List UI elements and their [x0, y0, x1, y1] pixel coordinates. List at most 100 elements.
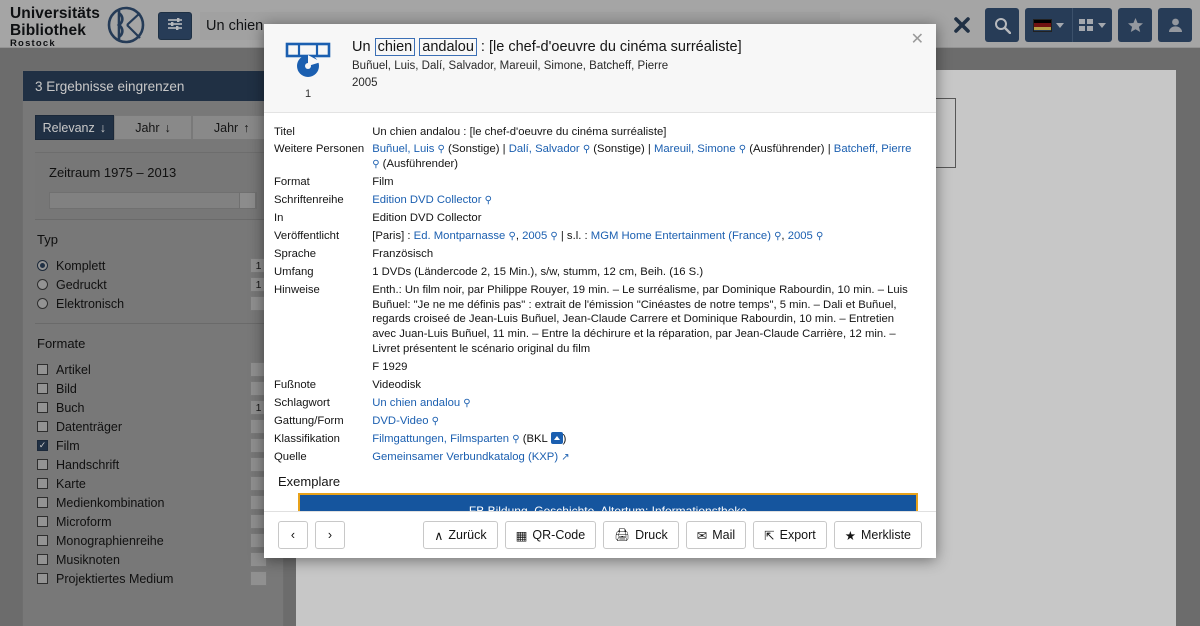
previous-record-button[interactable]: ‹ — [278, 521, 308, 549]
formate-option[interactable]: Musiknoten — [37, 550, 271, 569]
detail-link[interactable]: 2005 — [788, 230, 813, 242]
detail-row-value[interactable]: Gemeinsamer Verbundkatalog (KXP) ↗ — [372, 448, 920, 466]
detail-row-key: Quelle — [274, 450, 307, 463]
close-icon[interactable] — [945, 8, 979, 42]
detail-link[interactable]: Dalí, Salvador — [509, 143, 580, 155]
detail-row-value[interactable]: Buñuel, Luis ⚲ (Sonstige) | Dalí, Salvad… — [372, 141, 920, 174]
detail-link[interactable]: Edition DVD Collector — [372, 194, 481, 206]
detail-link[interactable]: MGM Home Entertainment (France) — [591, 230, 771, 242]
detail-link[interactable]: Gemeinsamer Verbundkatalog (KXP) — [372, 451, 558, 463]
formate-option[interactable]: Microform — [37, 512, 271, 531]
sort-tab-jahr-asc[interactable]: Jahr ↑ — [192, 115, 272, 140]
formate-option[interactable]: ✓ Film — [37, 436, 271, 455]
formate-option[interactable]: Medienkombination — [37, 493, 271, 512]
library-logo[interactable]: Universitäts Bibliothek Rostock — [10, 5, 146, 50]
detail-row-key: Titel — [274, 125, 295, 138]
language-selector[interactable] — [1025, 8, 1073, 42]
formate-option[interactable]: Projektiertes Medium — [37, 569, 271, 588]
sort-tab-label: Jahr — [213, 120, 239, 135]
detail-row-value[interactable]: Un chien andalou ⚲ — [372, 395, 920, 413]
search-filter-button[interactable] — [158, 12, 192, 40]
checkbox-icon — [37, 421, 48, 432]
formate-option[interactable]: Karte — [37, 474, 271, 493]
typ-option-gedruckt[interactable]: Gedruckt 1 — [37, 275, 271, 294]
printer-icon: 🖨 — [614, 527, 631, 542]
formate-option[interactable]: Monographienreihe — [37, 531, 271, 550]
zeitraum-facet: Zeitraum 1975 – 2013 — [35, 152, 271, 219]
detail-link[interactable]: Filmgattungen, Filmsparten — [372, 433, 509, 445]
link-icon: ⚲ — [774, 230, 782, 242]
formate-option-label: Handschrift — [56, 457, 120, 472]
sort-tab-jahr-desc[interactable]: Jahr ↓ — [113, 115, 193, 140]
typ-option-elektronisch[interactable]: Elektronisch — [37, 294, 271, 313]
zeitraum-label: Zeitraum 1975 – 2013 — [49, 165, 177, 180]
detail-link[interactable]: Ed. Montparnasse — [414, 230, 506, 242]
modal-footer: ‹ › ∧ Zurück ▦ QR-Code 🖨 Druck ✉ Mail ⇱ Export ★ Me… — [264, 511, 936, 558]
formate-option[interactable]: Buch 1 — [37, 398, 271, 417]
formate-option[interactable]: Artikel — [37, 360, 271, 379]
typ-option-komplett[interactable]: Komplett 1 — [37, 256, 271, 275]
detail-link[interactable]: Batcheff, Pierre — [834, 143, 912, 155]
record-detail-row: In Edition DVD Collector — [274, 210, 920, 228]
external-link-icon: ↗ — [561, 451, 570, 463]
checkbox-icon — [37, 516, 48, 527]
language-flag-icon — [1033, 18, 1052, 32]
modal-body: Titel Un chien andalou : [le chef-d'oeuvr… — [264, 113, 936, 511]
formate-option[interactable]: Handschrift — [37, 455, 271, 474]
detail-row-value[interactable]: Edition DVD Collector ⚲ — [372, 192, 920, 210]
checkbox-icon — [37, 459, 48, 470]
record-detail-row: Fußnote Videodisk — [274, 377, 920, 395]
record-detail-row: Klassifikation Filmgattungen, Filmsparten… — [274, 430, 920, 448]
film-reel-icon — [284, 40, 332, 85]
detail-row-key — [274, 359, 372, 377]
export-button[interactable]: ⇱ Export — [753, 521, 827, 549]
slider-handle[interactable] — [239, 192, 256, 209]
mail-button[interactable]: ✉ Mail — [685, 521, 747, 549]
record-detail-table: Titel Un chien andalou : [le chef-d'oeuvr… — [274, 123, 920, 466]
detail-link[interactable]: Buñuel, Luis — [372, 143, 434, 155]
detail-link[interactable]: Mareuil, Simone — [654, 143, 736, 155]
chevron-down-icon — [1098, 22, 1106, 28]
button-label: Merkliste — [860, 528, 911, 542]
merkliste-button[interactable]: ★ Merkliste — [833, 521, 922, 549]
radio-icon — [37, 260, 48, 271]
detail-row-value: Un chien andalou : [le chef-d'oeuvre du … — [372, 125, 667, 138]
user-account-icon[interactable] — [1158, 8, 1192, 42]
zeitraum-range-slider[interactable] — [49, 192, 257, 209]
record-index: 1 — [304, 88, 312, 100]
zur-ck-button[interactable]: ∧ Zurück — [423, 521, 498, 549]
search-icon[interactable] — [985, 8, 1019, 42]
detail-row-key: Gattung/Form — [274, 414, 344, 427]
button-label: Mail — [712, 528, 736, 542]
modal-close-button[interactable]: ✕ — [911, 32, 924, 48]
title-pre: Un — [352, 39, 375, 55]
record-detail-row: Quelle Gemeinsamer Verbundkatalog (KXP) ↗ — [274, 448, 920, 466]
apps-grid-button[interactable] — [1073, 8, 1112, 42]
formate-option[interactable]: Bild — [37, 379, 271, 398]
detail-link[interactable]: Un chien andalou — [372, 397, 460, 409]
radio-icon — [37, 279, 48, 290]
detail-row-value[interactable]: [Paris] : Ed. Montparnasse ⚲, 2005 ⚲ | s… — [372, 227, 920, 245]
detail-row-key: Umfang — [274, 265, 314, 278]
druck-button[interactable]: 🖨 Druck — [603, 521, 679, 549]
formate-option-label: Medienkombination — [56, 495, 165, 510]
formate-option[interactable]: Datenträger — [37, 417, 271, 436]
detail-row-key: Fußnote — [274, 379, 317, 392]
formate-option-label: Bild — [56, 381, 77, 396]
record-detail-row: Format Film — [274, 174, 920, 192]
record-thumbnail: 1 — [278, 34, 338, 100]
detail-row-key: Weitere Personen — [274, 143, 365, 156]
detail-row-value[interactable]: Filmgattungen, Filmsparten ⚲ (BKL ) — [372, 430, 920, 448]
next-record-button[interactable]: › — [315, 521, 345, 549]
exemplar-availability-box[interactable]: FB Bildung, Geschichte, Altertum: Inform… — [298, 493, 918, 511]
facet-sidebar: 3 Ergebnisse eingrenzen Relevanz ↓ Jahr … — [22, 70, 284, 626]
typ-facet: Typ Komplett 1 Gedruckt 1 Elektronisch — [35, 219, 271, 323]
favorites-star-icon[interactable] — [1118, 8, 1152, 42]
qr-code-button[interactable]: ▦ QR-Code — [504, 521, 597, 549]
detail-link[interactable]: DVD-Video — [372, 415, 428, 427]
record-title-block: Un chien andalou : [le chef-d'oeuvre du … — [352, 34, 896, 100]
sort-tab-relevanz[interactable]: Relevanz ↓ — [35, 115, 114, 140]
detail-link[interactable]: 2005 — [522, 230, 547, 242]
button-label: Zurück — [448, 528, 487, 542]
detail-row-value[interactable]: DVD-Video ⚲ — [372, 412, 920, 430]
